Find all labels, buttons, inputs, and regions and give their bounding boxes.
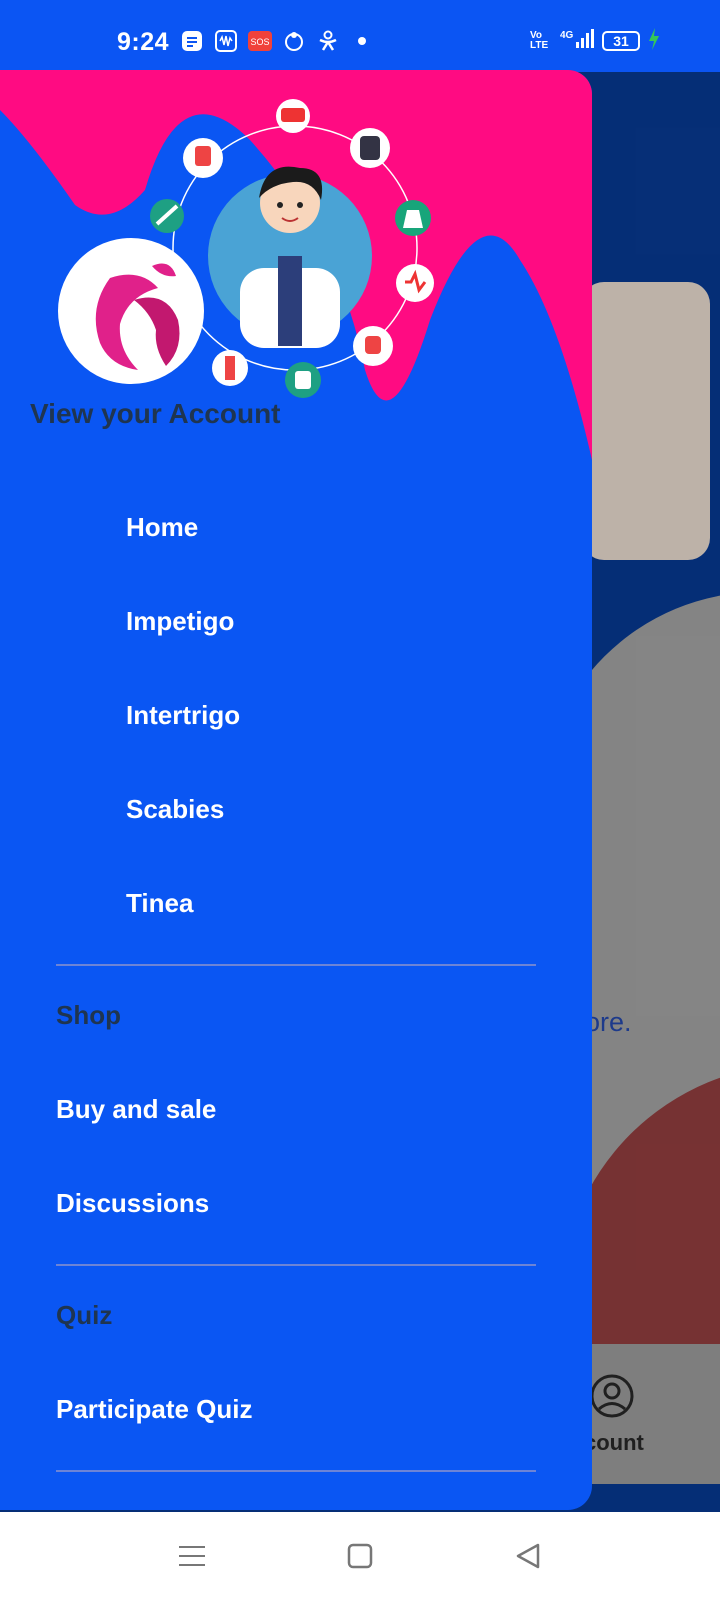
system-indicators: Vo LTE 4G 31 bbox=[530, 28, 660, 53]
notification-icons: SOS bbox=[180, 30, 374, 52]
notes-icon bbox=[180, 30, 204, 52]
menu-item-buy-and-sale[interactable]: Buy and sale bbox=[56, 1094, 216, 1125]
navigation-drawer: View your Account Home Impetigo Intertri… bbox=[0, 70, 592, 1510]
system-navigation-bar bbox=[0, 1512, 720, 1600]
status-time: 9:24 bbox=[117, 28, 170, 56]
doctor-illustration bbox=[145, 98, 445, 403]
accessibility-icon bbox=[316, 30, 340, 52]
home-button[interactable] bbox=[320, 1512, 400, 1600]
signal-icon: 4G bbox=[560, 28, 594, 53]
sos-icon: SOS bbox=[248, 30, 272, 52]
section-label-shop: Shop bbox=[56, 1000, 121, 1030]
volte-indicator: Vo LTE bbox=[530, 29, 549, 51]
divider bbox=[56, 1264, 536, 1266]
view-account-link[interactable]: View your Account bbox=[30, 398, 281, 430]
back-button[interactable] bbox=[488, 1512, 568, 1600]
menu-item-participate-quiz[interactable]: Participate Quiz bbox=[56, 1394, 253, 1425]
menu-icon bbox=[179, 1546, 205, 1566]
svg-text:4G: 4G bbox=[560, 30, 574, 41]
battery-icon: 31 bbox=[602, 30, 640, 51]
home-square-icon bbox=[347, 1543, 373, 1569]
dot-icon bbox=[350, 30, 374, 52]
charging-icon bbox=[648, 28, 660, 53]
menu-item-impetigo[interactable]: Impetigo bbox=[126, 606, 234, 637]
profile-logo-icon bbox=[95, 263, 180, 370]
menu-item-home[interactable]: Home bbox=[126, 512, 198, 543]
status-bar: 9:24 SOS Vo LTE 4G 31 bbox=[0, 0, 720, 72]
battery-level: 31 bbox=[613, 32, 629, 49]
menu-item-scabies[interactable]: Scabies bbox=[126, 794, 224, 825]
divider bbox=[56, 1470, 536, 1472]
recent-apps-button[interactable] bbox=[152, 1512, 232, 1600]
divider bbox=[56, 964, 536, 966]
baby-icon bbox=[282, 30, 306, 52]
avatar[interactable] bbox=[58, 238, 204, 384]
back-icon bbox=[516, 1543, 540, 1569]
menu-item-discussions[interactable]: Discussions bbox=[56, 1188, 209, 1219]
menu-item-intertrigo[interactable]: Intertrigo bbox=[126, 700, 240, 731]
sos-text: SOS bbox=[250, 37, 269, 47]
activity-icon bbox=[214, 30, 238, 52]
menu-item-tinea[interactable]: Tinea bbox=[126, 888, 193, 919]
section-label-quiz: Quiz bbox=[56, 1300, 113, 1330]
